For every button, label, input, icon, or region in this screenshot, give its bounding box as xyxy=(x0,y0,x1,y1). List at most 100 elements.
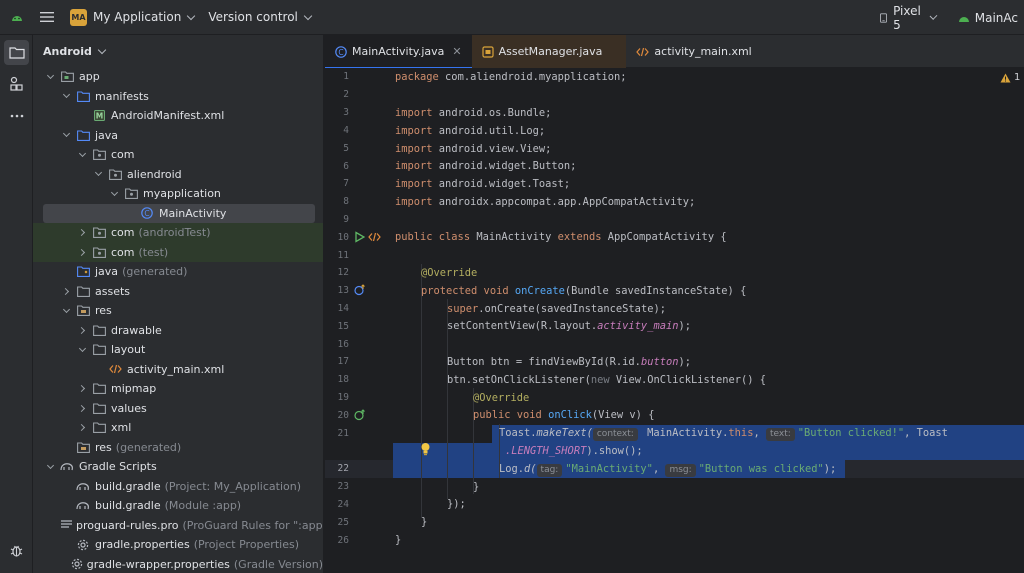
tree-item-gradle-scripts[interactable]: Gradle Scripts xyxy=(33,457,323,477)
expand-arrow-icon[interactable] xyxy=(75,382,89,396)
line-number: 3 xyxy=(343,107,349,118)
debug-tool-button[interactable] xyxy=(4,538,29,563)
code-line: import androidx.appcompat.app.AppCompatA… xyxy=(395,196,696,208)
tree-item-label: values xyxy=(111,401,147,415)
no-arrow xyxy=(59,557,69,571)
project-selector[interactable]: MA My Application xyxy=(70,8,196,26)
package-icon xyxy=(91,226,107,240)
code-area[interactable]: package com.aliendroid.myapplication; im… xyxy=(393,68,1024,573)
expand-arrow-icon[interactable] xyxy=(75,323,89,337)
line-number: 24 xyxy=(337,499,349,510)
line-number: 15 xyxy=(337,321,349,332)
package-icon xyxy=(123,187,139,201)
expand-arrow-icon[interactable] xyxy=(75,148,89,162)
tree-item-label: java xyxy=(95,265,119,279)
tree-item-mipmap[interactable]: mipmap xyxy=(33,379,323,399)
line-number: 19 xyxy=(337,392,349,403)
gradle-file-icon xyxy=(75,499,91,513)
line-number: 25 xyxy=(337,517,349,528)
tree-item-suffix: (Module :app) xyxy=(164,499,242,513)
code-editor[interactable]: 1 2 3 4 5 6 7 8 10 9 11 12 13 14 15 16 1… xyxy=(325,68,1024,573)
tree-item-main-activity[interactable]: C MainActivity xyxy=(33,203,323,223)
line-number: 18 xyxy=(337,374,349,385)
tree-item-res-generated[interactable]: res (generated) xyxy=(33,438,323,458)
tree-item-activity-main-xml[interactable]: activity_main.xml xyxy=(33,360,323,380)
settings-file-icon xyxy=(71,557,83,571)
tree-item-android-manifest[interactable]: M AndroidManifest.xml xyxy=(33,106,323,126)
tree-item-build-gradle-project[interactable]: build.gradle (Project: My_Application) xyxy=(33,477,323,497)
project-tool-button[interactable] xyxy=(4,40,29,65)
tree-item-layout[interactable]: layout xyxy=(33,340,323,360)
expand-arrow-icon[interactable] xyxy=(75,343,89,357)
tree-item-assets[interactable]: assets xyxy=(33,282,323,302)
implements-icon[interactable] xyxy=(354,409,366,421)
folder-icon xyxy=(91,401,107,415)
tab-main-activity[interactable]: C MainActivity.java ✕ xyxy=(325,35,472,69)
run-config-selector[interactable]: MainAc xyxy=(958,11,1018,25)
expand-arrow-icon[interactable] xyxy=(75,421,89,435)
override-icon[interactable] xyxy=(354,284,366,296)
line-number: 10 xyxy=(337,232,349,243)
module-folder-icon xyxy=(59,70,75,84)
expand-arrow-icon[interactable] xyxy=(59,128,73,142)
tree-item-com-test[interactable]: com (test) xyxy=(33,242,323,262)
expand-arrow-icon[interactable] xyxy=(59,304,73,318)
code-line: setContentView(R.layout.activity_main); xyxy=(447,320,691,332)
tree-item-label: proguard-rules.pro xyxy=(76,518,179,532)
line-number: 1 xyxy=(343,71,349,82)
tab-asset-manager[interactable]: AssetManager.java xyxy=(471,35,627,68)
phone-icon xyxy=(880,12,888,23)
structure-tool-button[interactable] xyxy=(4,71,29,96)
tree-item-res[interactable]: res xyxy=(33,301,323,321)
expand-arrow-icon[interactable] xyxy=(75,245,89,259)
main-menu-icon[interactable] xyxy=(34,11,60,23)
tree-item-com-android-test[interactable]: com (androidTest) xyxy=(33,223,323,243)
line-number: 7 xyxy=(343,178,349,189)
param-hint: context: xyxy=(592,428,638,441)
line-number: 20 xyxy=(337,410,349,421)
tree-item-suffix: (Gradle Version) xyxy=(233,557,323,571)
run-icon[interactable] xyxy=(354,231,365,243)
tree-item-manifests[interactable]: manifests xyxy=(33,87,323,107)
tree-item-values[interactable]: values xyxy=(33,399,323,419)
tree-item-proguard-rules[interactable]: proguard-rules.pro (ProGuard Rules for "… xyxy=(33,516,323,536)
text-file-icon xyxy=(61,518,72,532)
tree-item-gradle-wrapper-properties[interactable]: gradle-wrapper.properties (Gradle Versio… xyxy=(33,555,323,573)
no-arrow xyxy=(59,538,73,552)
tree-item-java-generated[interactable]: java (generated) xyxy=(33,262,323,282)
layout-link-icon[interactable] xyxy=(368,232,381,242)
tree-item-label: build.gradle xyxy=(95,499,161,513)
more-tools-button[interactable] xyxy=(4,103,29,128)
tab-activity-main-xml[interactable]: activity_main.xml xyxy=(626,35,761,68)
project-tree: app manifests M AndroidManifest.xml java… xyxy=(33,67,323,573)
tree-item-drawable[interactable]: drawable xyxy=(33,321,323,341)
xml-file-icon xyxy=(636,47,650,56)
expand-arrow-icon[interactable] xyxy=(43,460,57,474)
tree-item-label: aliendroid xyxy=(127,167,182,181)
expand-arrow-icon[interactable] xyxy=(91,167,105,181)
line-number: 8 xyxy=(343,196,349,207)
code-line: import android.widget.Toast; xyxy=(395,178,571,190)
tree-item-java[interactable]: java xyxy=(33,126,323,146)
expand-arrow-icon[interactable] xyxy=(59,284,73,298)
expand-arrow-icon[interactable] xyxy=(75,226,89,240)
tree-item-app[interactable]: app xyxy=(33,67,323,87)
tree-item-xml[interactable]: xml xyxy=(33,418,323,438)
expand-arrow-icon[interactable] xyxy=(107,187,121,201)
tree-item-aliendroid[interactable]: aliendroid xyxy=(33,165,323,185)
expand-arrow-icon[interactable] xyxy=(59,89,73,103)
more-icon xyxy=(10,114,23,117)
tree-item-gradle-properties[interactable]: gradle.properties (Project Properties) xyxy=(33,535,323,555)
expand-arrow-icon[interactable] xyxy=(43,70,57,84)
device-selector[interactable]: Pixel 5 xyxy=(880,4,938,32)
version-control-menu[interactable]: Version control xyxy=(208,10,313,24)
tree-item-com[interactable]: com xyxy=(33,145,323,165)
tree-item-build-gradle-module[interactable]: build.gradle (Module :app) xyxy=(33,496,323,516)
expand-arrow-icon[interactable] xyxy=(75,401,89,415)
code-line: public void onClick(View v) { xyxy=(473,409,655,421)
no-arrow xyxy=(59,479,73,493)
close-icon[interactable]: ✕ xyxy=(452,45,461,58)
tree-item-label: layout xyxy=(111,343,146,357)
project-view-selector[interactable]: Android xyxy=(33,35,323,67)
tree-item-myapplication[interactable]: myapplication xyxy=(33,184,323,204)
